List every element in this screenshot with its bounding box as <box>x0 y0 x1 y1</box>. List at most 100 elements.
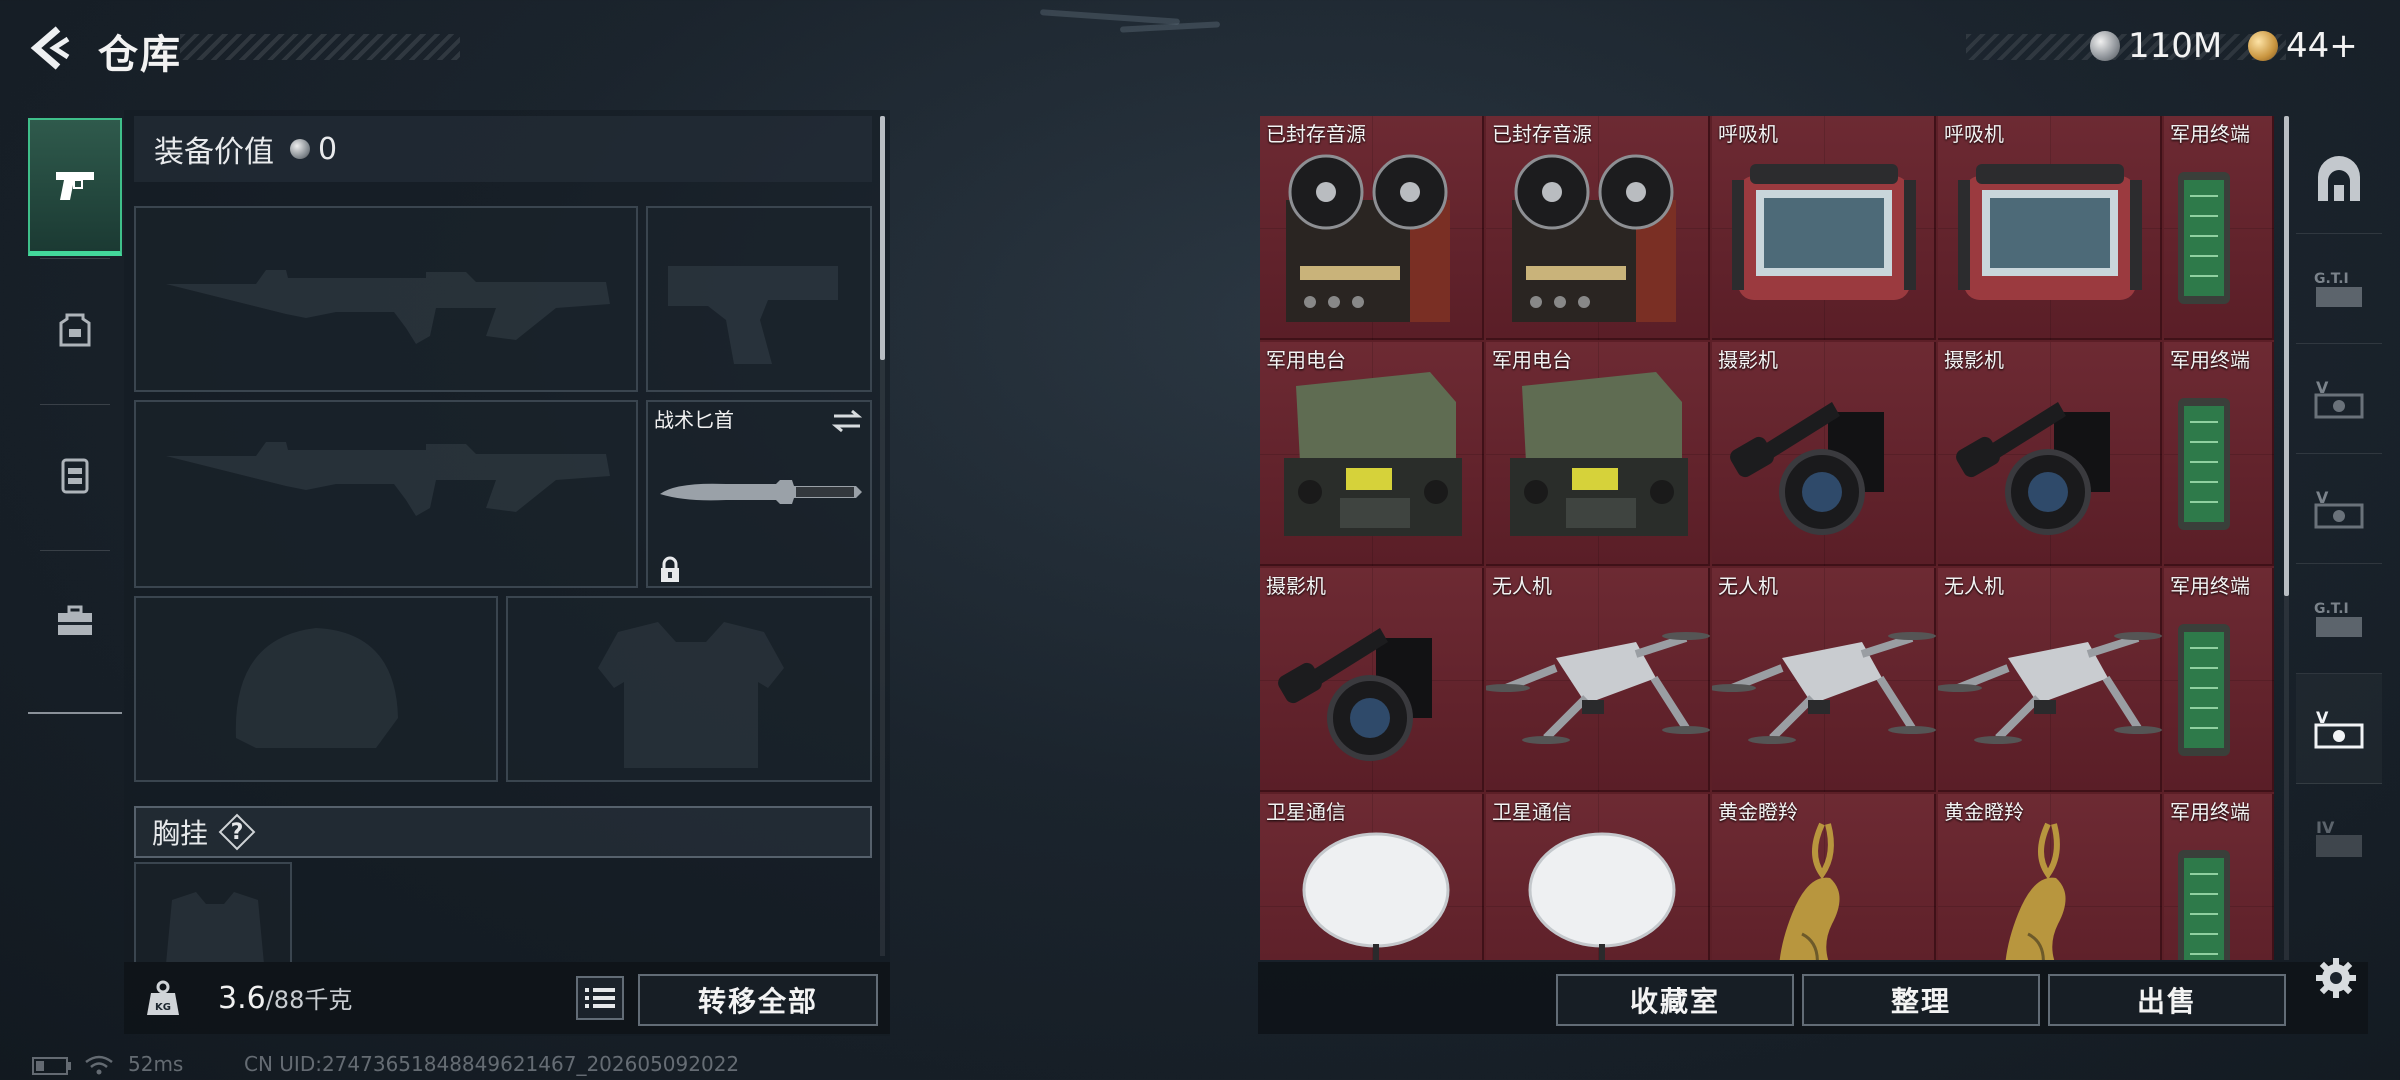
help-symbol: ? <box>230 819 244 845</box>
storage-tab-iv[interactable]: IV <box>2296 784 2382 894</box>
list-icon <box>585 988 615 1008</box>
storage-item[interactable]: 黄金瞪羚 <box>1712 794 1936 960</box>
storage-item-label: 摄影机 <box>1718 348 1778 372</box>
storage-item[interactable]: 黄金瞪羚 <box>1938 794 2162 960</box>
v-crate-icon: V <box>2314 708 2364 748</box>
weight-icon: KG <box>140 976 186 1022</box>
user-uid: CN UID:27473651848849621467_202605092022 <box>244 1052 740 1076</box>
sidearm-slot[interactable] <box>646 206 872 392</box>
storage-item-label: 军用终端 <box>2170 348 2250 372</box>
storage-scrollbar-thumb[interactable] <box>2284 116 2289 596</box>
storage-item[interactable]: 已封存音源 <box>1486 116 1710 340</box>
military-radio-icon <box>1510 372 1688 536</box>
storage-tab-gti-1[interactable]: G.T.I <box>2296 234 2382 344</box>
gear-icon <box>2316 958 2356 998</box>
secondary-weapon-slot[interactable] <box>134 400 638 588</box>
storage-item[interactable]: 军用终端 <box>2164 342 2274 566</box>
wifi-icon <box>85 1055 113 1075</box>
v-crate-icon: V <box>2314 488 2364 528</box>
lock-icon <box>661 556 679 582</box>
storage-item[interactable]: 军用电台 <box>1486 342 1710 566</box>
category-weapons-tab[interactable] <box>28 118 122 256</box>
gti-storage-icon: G.T.I <box>2314 271 2362 307</box>
swap-icon[interactable] <box>830 408 864 434</box>
v-crate-icon: V <box>2314 378 2364 418</box>
storage-item[interactable]: 军用终端 <box>2164 568 2274 792</box>
knife-icon <box>660 480 862 504</box>
storage-item[interactable]: 无人机 <box>1938 568 2162 792</box>
storage-item-label: 呼吸机 <box>1944 122 2004 146</box>
primary-weapon-slot[interactable] <box>134 206 638 392</box>
backpack-icon <box>59 313 91 347</box>
kg-label: KG <box>155 1002 171 1013</box>
rail-separator <box>40 258 110 259</box>
storage-item[interactable]: 呼吸机 <box>1712 116 1936 340</box>
back-button[interactable] <box>26 22 74 74</box>
gold-currency-value: 44+ <box>2286 26 2358 66</box>
battery-icon <box>32 1057 71 1075</box>
melee-weapon-slot[interactable]: 战术匕首 <box>646 400 872 588</box>
storage-tab-vault[interactable] <box>2296 124 2382 234</box>
armor-silhouette-icon <box>598 622 784 768</box>
storage-item-label: 军用终端 <box>2170 800 2250 824</box>
transfer-all-button[interactable]: 转移全部 <box>638 974 878 1026</box>
storage-item[interactable]: 摄影机 <box>1260 568 1484 792</box>
storage-item[interactable]: 摄影机 <box>1938 342 2162 566</box>
list-view-button[interactable] <box>576 976 624 1020</box>
storage-item[interactable]: 军用电台 <box>1260 342 1484 566</box>
svg-text:IV: IV <box>2316 818 2335 837</box>
chest-rig-label: 胸挂 <box>152 817 209 850</box>
rail-separator <box>40 404 110 405</box>
storage-tab-v-2[interactable]: V <box>2296 454 2382 564</box>
collection-room-button[interactable]: 收藏室 <box>1556 974 1794 1026</box>
svg-text:G.T.I: G.T.I <box>2314 271 2349 287</box>
storage-tab-v-active[interactable]: V <box>2296 674 2382 784</box>
silver-coin-icon <box>2090 31 2120 61</box>
help-icon[interactable]: ? <box>222 817 252 847</box>
storage-item[interactable]: 军用终端 <box>2164 794 2274 960</box>
storage-item-label: 军用终端 <box>2170 574 2250 598</box>
title-decoration <box>180 34 460 60</box>
settings-button[interactable] <box>2306 948 2366 1008</box>
sell-button[interactable]: 出售 <box>2048 974 2286 1026</box>
sort-button[interactable]: 整理 <box>1802 974 2040 1026</box>
storage-item-label: 无人机 <box>1492 574 1552 598</box>
pistol-silhouette-icon <box>668 266 838 364</box>
storage-tab-gti-2[interactable]: G.T.I <box>2296 564 2382 674</box>
storage-item-label: 黄金瞪羚 <box>1718 800 1798 824</box>
storage-item[interactable]: 军用终端 <box>2164 116 2274 340</box>
background-streak <box>1039 9 1181 25</box>
pistol-icon <box>56 171 94 200</box>
weight-current: 3.6 <box>218 981 266 1016</box>
category-toolbox-tab[interactable] <box>28 552 122 690</box>
iv-crate-icon: IV <box>2316 818 2362 857</box>
drone-icon <box>1712 632 1936 744</box>
storage-item[interactable]: 无人机 <box>1712 568 1936 792</box>
helmet-slot[interactable] <box>134 596 498 782</box>
storage-item-label: 卫星通信 <box>1266 800 1346 824</box>
silver-currency[interactable]: 110M <box>2090 26 2222 66</box>
wifi-indicator <box>84 1054 114 1080</box>
storage-tab-v-1[interactable]: V <box>2296 344 2382 454</box>
storage-item[interactable]: 卫星通信 <box>1260 794 1484 960</box>
equipment-scrollbar-thumb[interactable] <box>880 116 885 360</box>
chest-rig-slot[interactable] <box>134 862 292 962</box>
military-terminal-icon <box>2178 398 2230 530</box>
storage-item[interactable]: 无人机 <box>1486 568 1710 792</box>
storage-item[interactable]: 呼吸机 <box>1938 116 2162 340</box>
storage-item[interactable]: 摄影机 <box>1712 342 1936 566</box>
storage-item[interactable]: 已封存音源 <box>1260 116 1484 340</box>
category-chest-rig-tab[interactable] <box>28 406 122 544</box>
rifle-silhouette-icon <box>166 270 610 344</box>
drone-icon <box>1938 632 2162 744</box>
storage-item-label: 无人机 <box>1718 574 1778 598</box>
storage-item[interactable]: 卫星通信 <box>1486 794 1710 960</box>
equipment-value-bar: 装备价值 0 <box>134 116 872 182</box>
gold-currency[interactable]: 44+ <box>2248 26 2358 66</box>
armor-slot[interactable] <box>506 596 872 782</box>
chest-rig-silhouette-icon <box>166 892 264 962</box>
storage-item-label: 摄影机 <box>1266 574 1326 598</box>
ventilator-icon <box>1958 164 2142 300</box>
category-backpack-tab[interactable] <box>28 260 122 398</box>
weight-max: /88千克 <box>265 986 353 1014</box>
